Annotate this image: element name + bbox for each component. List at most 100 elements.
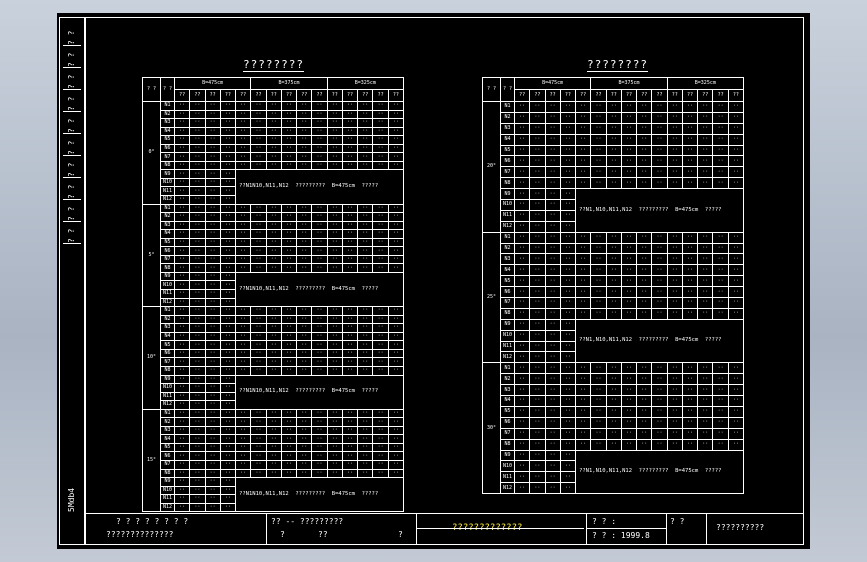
title-block: ? ? ? ? ? ? ? ? ?????????????? ?? -- ???… [85,513,804,545]
value-cell: ·· [219,391,237,402]
value-cell: ·· [712,155,729,168]
value-cell: ·· [513,329,531,342]
value-cell: ·· [666,231,683,244]
value-cell: ·· [559,199,577,211]
value-cell: ·· [189,459,206,470]
value-cell: ·· [341,229,359,239]
value-cell: ·· [727,384,745,397]
value-cell: ·· [544,384,561,397]
value-cell: ·· [712,405,729,418]
item-cell: N8 [160,263,175,273]
value-cell: ·· [219,434,237,444]
value-cell: ·· [250,246,267,256]
value-cell: ·· [219,357,237,367]
value-cell: ·· [666,427,683,440]
value-cell: ·· [326,126,343,137]
value-cell: ·· [636,362,653,375]
value-cell: ·· [326,442,343,453]
value-cell: ·· [636,111,653,124]
value-cell: ·· [697,242,714,255]
value-cell: ·· [341,152,359,162]
value-cell: ·· [357,468,374,479]
value-cell: ·· [620,253,638,266]
value-cell: ·· [265,109,282,120]
value-cell: ·· [235,340,252,350]
value-cell: ·· [575,101,592,113]
value-cell: ·· [311,135,328,145]
value-cell: ·· [712,362,729,375]
value-cell: ·· [559,111,577,124]
value-cell: ·· [681,286,699,299]
value-cell: ·· [280,135,298,145]
right-quantity-table: ? ?? ? B=475cm B=375cm B=325cm?????????????… [482,77,745,495]
value-cell: ·· [296,348,313,359]
value-cell: ·· [204,485,221,496]
value-cell: ·· [173,143,191,154]
item-cell: N1 [160,101,175,111]
value-cell: ·· [605,416,622,429]
value-cell: ·· [357,451,374,461]
value-cell: ·· [387,357,405,367]
value-cell: ·· [189,297,206,308]
value-cell: ·· [605,144,622,157]
value-cell: ·· [513,144,531,157]
value-cell: ·· [651,155,668,168]
value-cell: ·· [173,348,191,359]
value-cell: ·· [666,122,683,135]
value-cell: ·· [681,177,699,190]
item-cell: N9 [500,188,515,201]
value-cell: ·· [204,152,221,162]
value-cell: ·· [311,468,328,479]
value-cell: ·· [605,297,622,309]
value-cell: ·· [513,340,531,353]
value-cell: ·· [235,152,252,162]
value-cell: ·· [681,438,699,451]
item-cell: N5 [160,442,175,453]
value-cell: ·· [529,166,546,179]
value-cell: ·· [636,122,653,135]
value-cell: ·· [681,111,699,124]
value-cell: ·· [529,220,546,233]
value-cell: ·· [544,264,561,277]
value-cell: ·· [311,314,328,325]
value-cell: ·· [712,122,729,135]
value-cell: ·· [296,229,313,239]
value-cell: ·· [575,166,592,179]
value-cell: ·· [311,254,328,265]
value-cell: ·· [575,155,592,168]
value-cell: ·· [559,438,577,451]
value-cell: ·· [311,229,328,239]
value-cell: ·· [620,111,638,124]
title-block-project: ?????????????? [106,530,174,539]
value-cell: ·· [387,160,405,171]
value-cell: ·· [387,254,405,265]
item-cell: N11 [160,494,175,504]
value-cell: ·· [341,118,359,128]
value-cell: ·· [219,502,237,513]
value-cell: ·· [575,177,592,190]
item-cell: N4 [160,229,175,239]
value-cell: ·· [372,357,389,367]
title-block-number: ? ? [670,517,685,526]
value-cell: ·· [372,143,389,154]
item-cell: N6 [160,246,175,256]
value-cell: ·· [651,307,668,320]
value-cell: ·· [265,160,282,171]
value-cell: ·· [265,442,282,453]
value-cell: ·· [189,391,206,402]
value-cell: ·· [296,408,313,419]
title-block-field-b: ?? [318,530,328,539]
value-cell: ·· [727,242,745,255]
value-cell: ·· [666,133,683,146]
value-cell: ·· [189,400,206,410]
value-cell: ·· [204,383,221,393]
value-cell: ·· [326,314,343,325]
value-cell: ·· [296,357,313,367]
value-cell: ·· [326,237,343,248]
item-cell: N11 [160,186,175,196]
value-cell: ·· [544,307,561,320]
value-cell: ·· [311,357,328,367]
item-cell: N10 [160,280,175,291]
value-cell: ·· [513,438,531,451]
value-cell: ·· [529,177,546,190]
